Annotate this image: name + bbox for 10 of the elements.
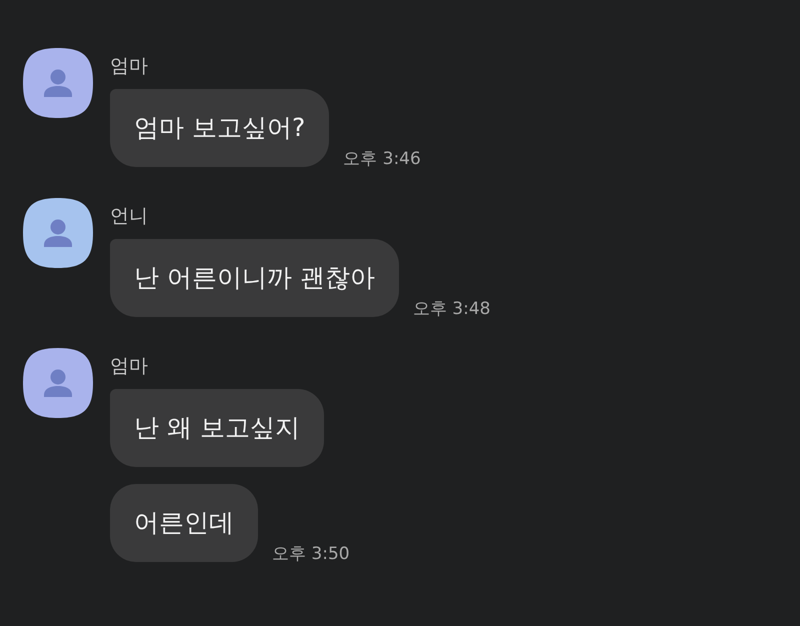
message-bubble: 난 어른이니까 괜찮아 xyxy=(110,239,399,317)
message-time: 오후 3:48 xyxy=(412,299,490,319)
message-time: 오후 3:46 xyxy=(343,149,421,169)
sender-name: 언니 xyxy=(110,205,149,227)
sender-name: 엄마 xyxy=(110,55,149,77)
sender-name: 엄마 xyxy=(110,355,149,377)
message-time: 오후 3:50 xyxy=(272,544,350,564)
message-bubble: 난 왜 보고싶지 xyxy=(110,389,324,467)
message-bubble: 어른인데 xyxy=(110,484,258,562)
message-bubble: 엄마 보고싶어? xyxy=(110,89,330,167)
